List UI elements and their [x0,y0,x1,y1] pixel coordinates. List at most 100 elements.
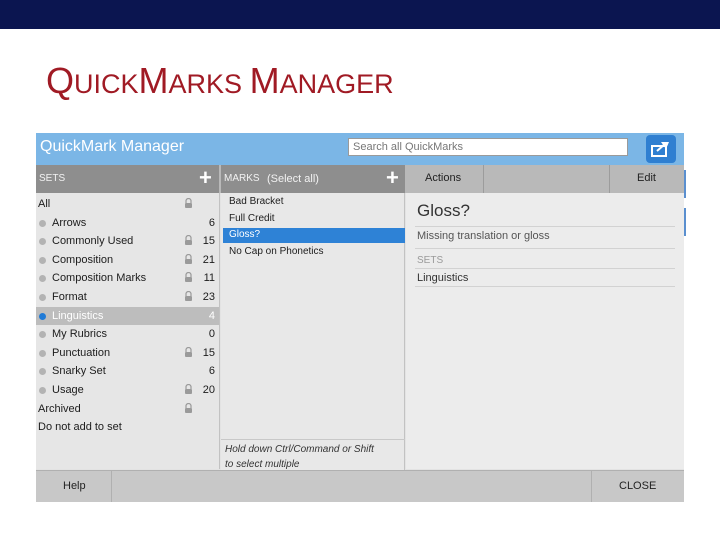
help-label: Help [63,480,86,492]
set-label: Format [52,291,87,303]
set-color-dot-icon [39,331,46,339]
title-letter: M [138,60,169,101]
set-label: Arrows [52,216,87,229]
mark-detail-title: Gloss? [417,201,470,220]
set-item[interactable]: Arrows 6 [36,214,219,232]
set-label: Do not add to set [38,421,122,434]
set-item[interactable]: Usage 20 [36,381,219,399]
set-label: Commonly Used [52,235,134,248]
lock-icon [185,402,192,413]
set-count: 20 [202,384,215,396]
hint-line: Hold down Ctrl/Command or Shift [225,444,374,455]
set-color-dot-icon [39,256,46,264]
column-header-bar: SETS + MARKS (Select all) + Actions Edit [36,165,684,193]
set-item[interactable]: All [36,195,219,213]
set-label: Archived [38,402,81,415]
set-item[interactable]: Format 23 [36,288,219,306]
slide-top-bar [0,0,720,29]
mark-item[interactable]: Full Credit [223,212,405,227]
set-count: 21 [202,253,215,266]
mark-label: No Cap on Phonetics [229,246,324,258]
search-input[interactable]: Search all QuickMarks [348,138,628,156]
set-color-dot-icon [39,238,46,246]
app-header: QuickMark Manager Search all QuickMarks [36,133,684,165]
window-edge [684,170,686,198]
mark-item[interactable]: No Cap on Phonetics [223,245,405,260]
set-count: 15 [202,235,215,248]
mark-item[interactable]: Bad Bracket [223,195,405,210]
title-part: UICK [74,69,139,99]
divider [415,226,675,227]
set-count: 6 [208,365,215,378]
set-label: My Rubrics [52,328,108,341]
set-item[interactable]: Punctuation 15 [36,344,219,362]
export-button[interactable] [646,135,676,163]
lock-icon [185,384,192,394]
window-edge [684,208,686,236]
set-count: 23 [202,291,215,303]
set-item[interactable]: Linguistics 4 [36,306,219,325]
export-icon [651,142,669,157]
lock-icon [185,253,192,264]
add-set-icon[interactable]: + [199,167,212,189]
set-item[interactable]: Archived [36,400,219,418]
quickmark-manager-window: QuickMark Manager Search all QuickMarks … [36,133,684,502]
set-item[interactable]: Commonly Used 15 [36,232,219,250]
title-letter: Q [46,60,75,101]
mark-detail-panel: Gloss? Missing translation or gloss SETS… [406,193,684,469]
add-mark-icon[interactable]: + [386,167,399,189]
detail-sets-label: SETS [417,255,444,266]
divider [415,248,675,249]
set-color-dot-icon [39,219,46,227]
mark-label: Gloss? [229,229,261,241]
actions-button[interactable]: Actions [406,165,484,193]
footer-bar: Help CLOSE [36,470,684,502]
set-item[interactable]: Do not add to set [36,418,219,436]
title-part: ARKS [168,69,250,99]
set-count: 15 [202,346,215,359]
help-button[interactable]: Help [36,471,112,502]
set-label: Composition Marks [52,272,147,285]
set-item[interactable]: Composition 21 [36,251,219,269]
mark-detail-text: Missing translation or gloss [417,230,550,242]
lock-icon [185,198,192,208]
set-count: 6 [208,216,215,229]
set-count: 4 [208,309,215,322]
set-label: Linguistics [52,309,104,322]
mark-item[interactable]: Gloss? [223,228,405,244]
set-item[interactable]: Snarky Set 6 [36,362,219,380]
set-color-dot-icon [39,312,46,320]
lock-icon [185,235,192,246]
title-letter: M [249,60,280,101]
sets-header-label: SETS [39,173,66,184]
mark-label: Bad Bracket [229,196,284,207]
actions-label: Actions [425,172,462,184]
divider [415,268,675,269]
set-color-dot-icon [39,368,46,376]
set-color-dot-icon [39,294,46,301]
set-label: Snarky Set [52,365,106,378]
set-label: Usage [52,384,84,396]
set-label: Composition [52,253,114,266]
slide-title: QUICKMARKS MANAGER [46,60,394,102]
sets-column-header: SETS + [36,165,219,193]
marks-header-label: MARKS [224,173,260,184]
set-item[interactable]: My Rubrics 0 [36,325,219,343]
set-item[interactable]: Composition Marks 11 [36,269,219,287]
select-all-link[interactable]: (Select all) [267,173,319,185]
title-part: ANAGER [279,69,394,99]
mark-label: Full Credit [229,212,275,224]
set-count: 11 [203,272,215,285]
lock-icon [185,291,192,301]
detail-set-name[interactable]: Linguistics [417,272,468,284]
set-color-dot-icon [39,349,46,357]
edit-button[interactable]: Edit [609,165,684,193]
close-button[interactable]: CLOSE [591,471,684,502]
set-color-dot-icon [39,387,46,394]
lock-icon [185,272,192,283]
marks-list: Hold down Ctrl/Command or Shift to selec… [221,193,405,501]
marks-column-header: MARKS (Select all) + [221,165,405,193]
close-label: CLOSE [619,480,657,492]
multi-select-hint: Hold down Ctrl/Command or Shift to selec… [221,439,405,471]
set-label: Punctuation [52,346,111,359]
